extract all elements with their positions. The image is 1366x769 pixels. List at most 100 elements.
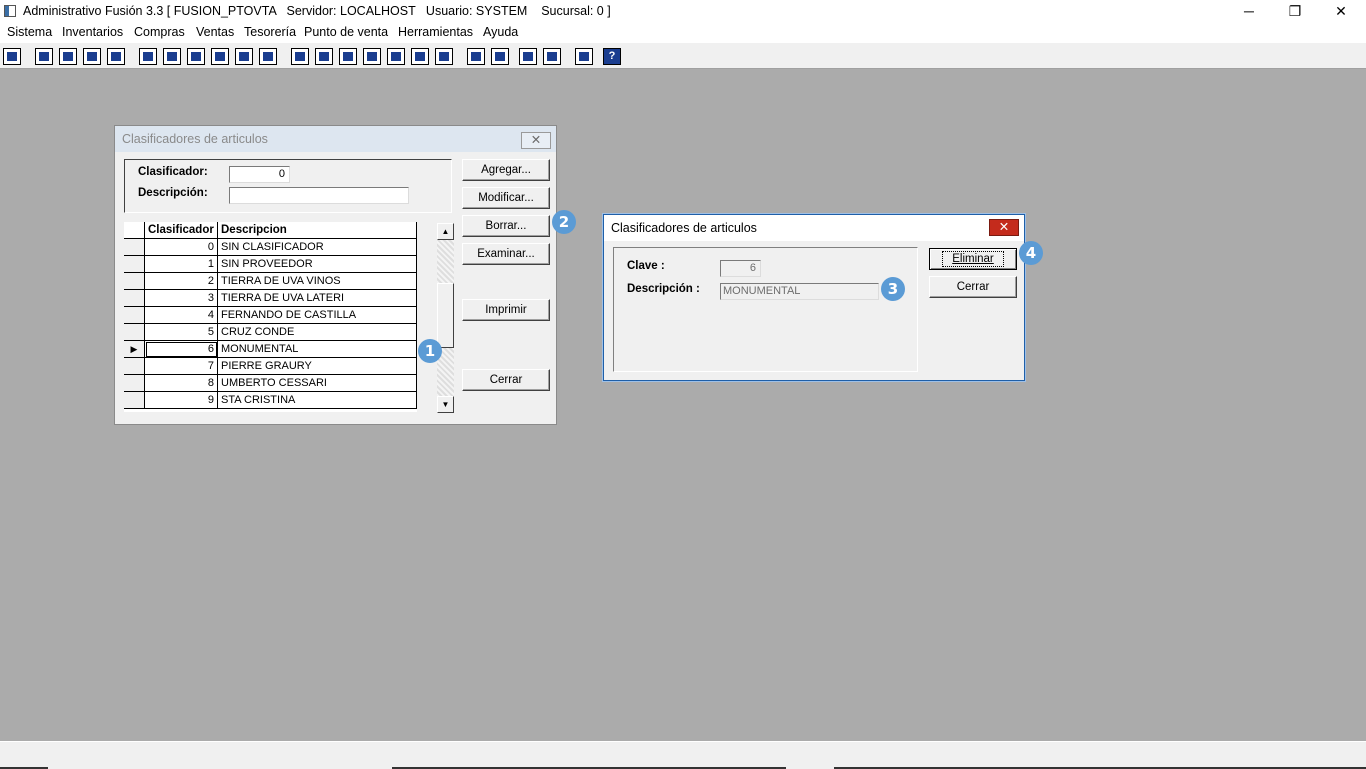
menu-ventas[interactable]: Ventas <box>196 25 234 39</box>
box-icon[interactable] <box>315 48 333 65</box>
cell-descripcion: SIN CLASIFICADOR <box>218 239 417 256</box>
cell-clasificador: 6 <box>145 341 218 358</box>
clasificadores-grid: Clasificador Descripcion 0 SIN CLASIFICAD… <box>124 222 417 412</box>
delete-dialog-close-button[interactable]: ✕ <box>989 219 1019 236</box>
minimize-button[interactable]: ─ <box>1226 0 1272 24</box>
list-cerrar-button[interactable]: Cerrar <box>462 369 550 391</box>
row-selected-indicator: ▶ <box>124 341 145 358</box>
column-header-descripcion[interactable]: Descripcion <box>218 222 417 239</box>
transfer-icon[interactable] <box>83 48 101 65</box>
table-row[interactable]: 5 CRUZ CONDE <box>124 324 417 341</box>
annotation-badge-4: 4 <box>1019 241 1043 265</box>
table-icon[interactable] <box>435 48 453 65</box>
table-row[interactable]: 7 PIERRE GRAURY <box>124 358 417 375</box>
scroll-up-arrow[interactable]: ▲ <box>437 223 454 240</box>
zoom-icon[interactable] <box>491 48 509 65</box>
menu-punto-de-venta[interactable]: Punto de venta <box>304 25 388 39</box>
row-indicator <box>124 324 145 341</box>
copy-icon[interactable] <box>35 48 53 65</box>
table-row[interactable]: 9 STA CRISTINA <box>124 392 417 409</box>
table-row[interactable]: 3 TIERRA DE UVA LATERI <box>124 290 417 307</box>
eliminar-button[interactable]: Eliminar <box>929 248 1017 270</box>
imprimir-button[interactable]: Imprimir <box>462 299 550 321</box>
table-row[interactable]: 8 UMBERTO CESSARI <box>124 375 417 392</box>
title-bar: Administrativo Fusión 3.3 [ FUSION_PTOVT… <box>0 0 1366 24</box>
list-dialog-close-button[interactable]: ✕ <box>521 132 551 149</box>
menu-compras[interactable]: Compras <box>134 25 185 39</box>
row-indicator <box>124 392 145 409</box>
annotation-badge-3: 3 <box>881 277 905 301</box>
report-icon[interactable] <box>411 48 429 65</box>
calculator-icon[interactable] <box>3 48 21 65</box>
menu-tesoreria[interactable]: Tesorería <box>244 25 296 39</box>
home-icon[interactable] <box>467 48 485 65</box>
export-icon[interactable] <box>339 48 357 65</box>
cell-clasificador: 0 <box>145 239 218 256</box>
cell-descripcion: STA CRISTINA <box>218 392 417 409</box>
cell-descripcion: FERNANDO DE CASTILLA <box>218 307 417 324</box>
back-icon[interactable] <box>575 48 593 65</box>
agregar-button[interactable]: Agregar... <box>462 159 550 181</box>
scroll-thumb[interactable] <box>437 283 454 348</box>
delete-descripcion-label: Descripción : <box>627 283 700 295</box>
row-indicator <box>124 273 145 290</box>
binoculars-icon[interactable] <box>291 48 309 65</box>
cell-clasificador: 2 <box>145 273 218 290</box>
modificar-button[interactable]: Modificar... <box>462 187 550 209</box>
borrar-button[interactable]: Borrar... <box>462 215 550 237</box>
cell-clasificador: 8 <box>145 375 218 392</box>
cell-descripcion: SIN PROVEEDOR <box>218 256 417 273</box>
clave-label: Clave : <box>627 260 665 272</box>
find-icon[interactable] <box>107 48 125 65</box>
descripcion-label: Descripción: <box>138 187 208 199</box>
scroll-down-arrow[interactable]: ▼ <box>437 396 454 413</box>
import-icon[interactable] <box>187 48 205 65</box>
list-icon[interactable] <box>259 48 277 65</box>
cell-clasificador: 1 <box>145 256 218 273</box>
cell-descripcion: PIERRE GRAURY <box>218 358 417 375</box>
delete-dialog-titlebar: Clasificadores de articulos ✕ <box>604 215 1024 241</box>
table-row[interactable]: 0 SIN CLASIFICADOR <box>124 239 417 256</box>
list-dialog-title: Clasificadores de articulos <box>122 132 268 146</box>
column-header-clasificador[interactable]: Clasificador <box>145 222 218 239</box>
menu-herramientas[interactable]: Herramientas <box>398 25 473 39</box>
help-icon[interactable]: ? <box>603 48 621 65</box>
clasificadores-list-dialog: Clasificadores de articulos ✕ Clasificad… <box>114 125 557 425</box>
close-button[interactable]: ✕ <box>1318 0 1364 24</box>
folder-icon[interactable] <box>163 48 181 65</box>
examinar-button[interactable]: Examinar... <box>462 243 550 265</box>
menu-sistema[interactable]: Sistema <box>7 25 52 39</box>
row-indicator <box>124 256 145 273</box>
cell-descripcion: TIERRA DE UVA LATERI <box>218 290 417 307</box>
menu-inventarios[interactable]: Inventarios <box>62 25 123 39</box>
row-indicator <box>124 375 145 392</box>
user-icon[interactable] <box>139 48 157 65</box>
cell-clasificador: 9 <box>145 392 218 409</box>
app-icon <box>4 5 16 17</box>
cell-clasificador: 4 <box>145 307 218 324</box>
print-icon[interactable] <box>211 48 229 65</box>
table-row[interactable]: 4 FERNANDO DE CASTILLA <box>124 307 417 324</box>
eliminar-button-label: Eliminar <box>942 251 1004 267</box>
menu-bar: Sistema Inventarios Compras Ventas Tesor… <box>0 24 1366 43</box>
refresh-icon[interactable] <box>519 48 537 65</box>
add-icon[interactable] <box>363 48 381 65</box>
table-row-selected[interactable]: ▶ 6 MONUMENTAL <box>124 341 417 358</box>
delete-cerrar-button[interactable]: Cerrar <box>929 276 1017 298</box>
list-dialog-titlebar: Clasificadores de articulos ✕ <box>115 126 556 152</box>
document-icon[interactable] <box>235 48 253 65</box>
money-icon[interactable] <box>387 48 405 65</box>
cell-descripcion: MONUMENTAL <box>218 341 417 358</box>
restore-button[interactable]: ❐ <box>1272 0 1318 24</box>
toolbar: ? <box>0 43 1366 69</box>
undo-icon[interactable] <box>543 48 561 65</box>
menu-ayuda[interactable]: Ayuda <box>483 25 518 39</box>
descripcion-input[interactable] <box>229 187 409 204</box>
clasificador-input[interactable]: 0 <box>229 166 290 183</box>
table-row[interactable]: 2 TIERRA DE UVA VINOS <box>124 273 417 290</box>
cell-clasificador: 3 <box>145 290 218 307</box>
clipboard-icon[interactable] <box>59 48 77 65</box>
grid-vertical-scrollbar[interactable]: ▲ ▼ <box>437 223 454 413</box>
annotation-badge-2: 2 <box>552 210 576 234</box>
table-row[interactable]: 1 SIN PROVEEDOR <box>124 256 417 273</box>
